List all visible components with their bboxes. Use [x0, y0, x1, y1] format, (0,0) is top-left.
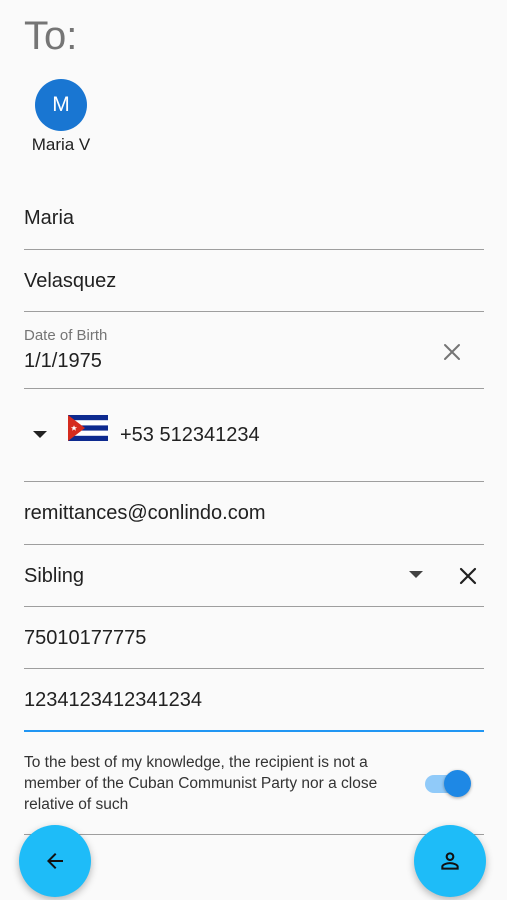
toggle-thumb	[444, 770, 471, 797]
country-dropdown-button[interactable]	[28, 423, 52, 447]
date-of-birth-value: 1/1/1975	[24, 350, 102, 372]
contacts-button[interactable]	[414, 825, 486, 897]
phone-value: +53 512341234	[120, 424, 260, 446]
avatar: M	[35, 79, 87, 131]
last-name-field[interactable]: Velasquez	[24, 250, 484, 312]
first-name-field[interactable]: Maria	[24, 190, 484, 250]
account-number-field[interactable]: 1234123412341234	[24, 669, 484, 732]
date-of-birth-label: Date of Birth	[24, 327, 108, 344]
cuba-flag-icon[interactable]	[68, 415, 108, 441]
page-title: To:	[24, 14, 78, 58]
relationship-dropdown-button[interactable]	[404, 563, 428, 587]
back-button[interactable]	[19, 825, 91, 897]
person-icon	[441, 852, 459, 870]
phone-field[interactable]: +53 512341234	[24, 389, 484, 482]
recipient-name: Maria V	[31, 135, 91, 154]
arrow-back-icon	[47, 853, 63, 869]
close-icon	[444, 344, 460, 360]
relationship-value: Sibling	[24, 565, 85, 587]
recipient-chip[interactable]: M Maria V	[26, 79, 96, 155]
clear-relationship-button[interactable]	[452, 560, 484, 592]
date-of-birth-field[interactable]: Date of Birth 1/1/1975	[24, 312, 484, 389]
clear-date-button[interactable]	[436, 336, 468, 368]
arrow-drop-down-icon	[409, 571, 423, 578]
consent-text: To the best of my knowledge, the recipie…	[24, 754, 378, 813]
id-number-field[interactable]: 75010177775	[24, 607, 484, 669]
close-icon	[459, 567, 477, 585]
last-name-value: Velasquez	[24, 270, 117, 292]
id-number-value: 75010177775	[24, 627, 147, 649]
first-name-value: Maria	[24, 207, 75, 229]
divider	[24, 834, 484, 835]
arrow-drop-down-icon	[33, 431, 47, 438]
consent-toggle[interactable]	[423, 770, 471, 798]
email-field[interactable]: remittances@conlindo.com	[24, 482, 484, 545]
account-number-value: 1234123412341234	[24, 689, 202, 711]
email-value: remittances@conlindo.com	[24, 502, 266, 524]
relationship-select[interactable]: Sibling	[24, 545, 484, 607]
